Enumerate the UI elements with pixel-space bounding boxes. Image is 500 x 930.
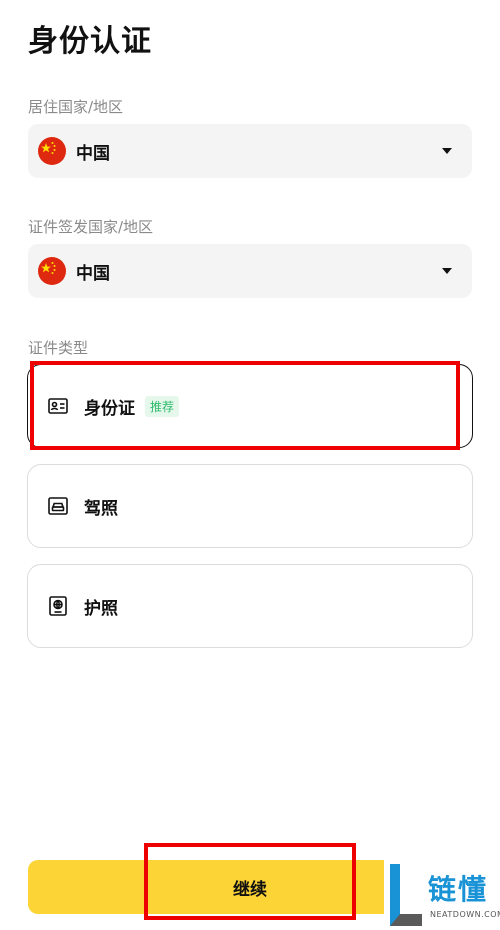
id-card-icon	[48, 397, 68, 415]
doc-option-drivers-license[interactable]: 驾照	[27, 464, 473, 548]
watermark-title: 链懂	[428, 873, 489, 906]
doc-option-label: 护照	[84, 598, 118, 619]
china-flag-icon	[38, 257, 66, 285]
residence-select[interactable]: 中国	[28, 124, 472, 178]
watermark-logo-icon	[388, 862, 424, 928]
doc-option-label: 驾照	[84, 498, 118, 519]
doc-option-label: 身份证	[84, 398, 135, 419]
car-icon	[48, 497, 68, 515]
passport-icon	[48, 596, 68, 616]
recommended-badge: 推荐	[145, 395, 180, 417]
issuing-country-select[interactable]: 中国	[28, 244, 472, 298]
doc-option-passport[interactable]: 护照	[27, 564, 473, 648]
issuing-country-label: 证件签发国家/地区	[28, 218, 154, 236]
issuing-country-value: 中国	[76, 263, 110, 284]
china-flag-icon	[38, 137, 66, 165]
residence-label: 居住国家/地区	[28, 98, 124, 116]
page-title: 身份认证	[28, 24, 152, 59]
doc-option-id-card[interactable]: 身份证 推荐	[27, 364, 473, 448]
watermark-subtitle: NEATDOWN.COM	[430, 910, 500, 919]
residence-value: 中国	[76, 143, 110, 164]
watermark: 链懂 NEATDOWN.COM	[384, 858, 500, 930]
chevron-down-icon	[442, 268, 452, 274]
doc-type-label: 证件类型	[28, 339, 89, 357]
chevron-down-icon	[442, 148, 452, 154]
